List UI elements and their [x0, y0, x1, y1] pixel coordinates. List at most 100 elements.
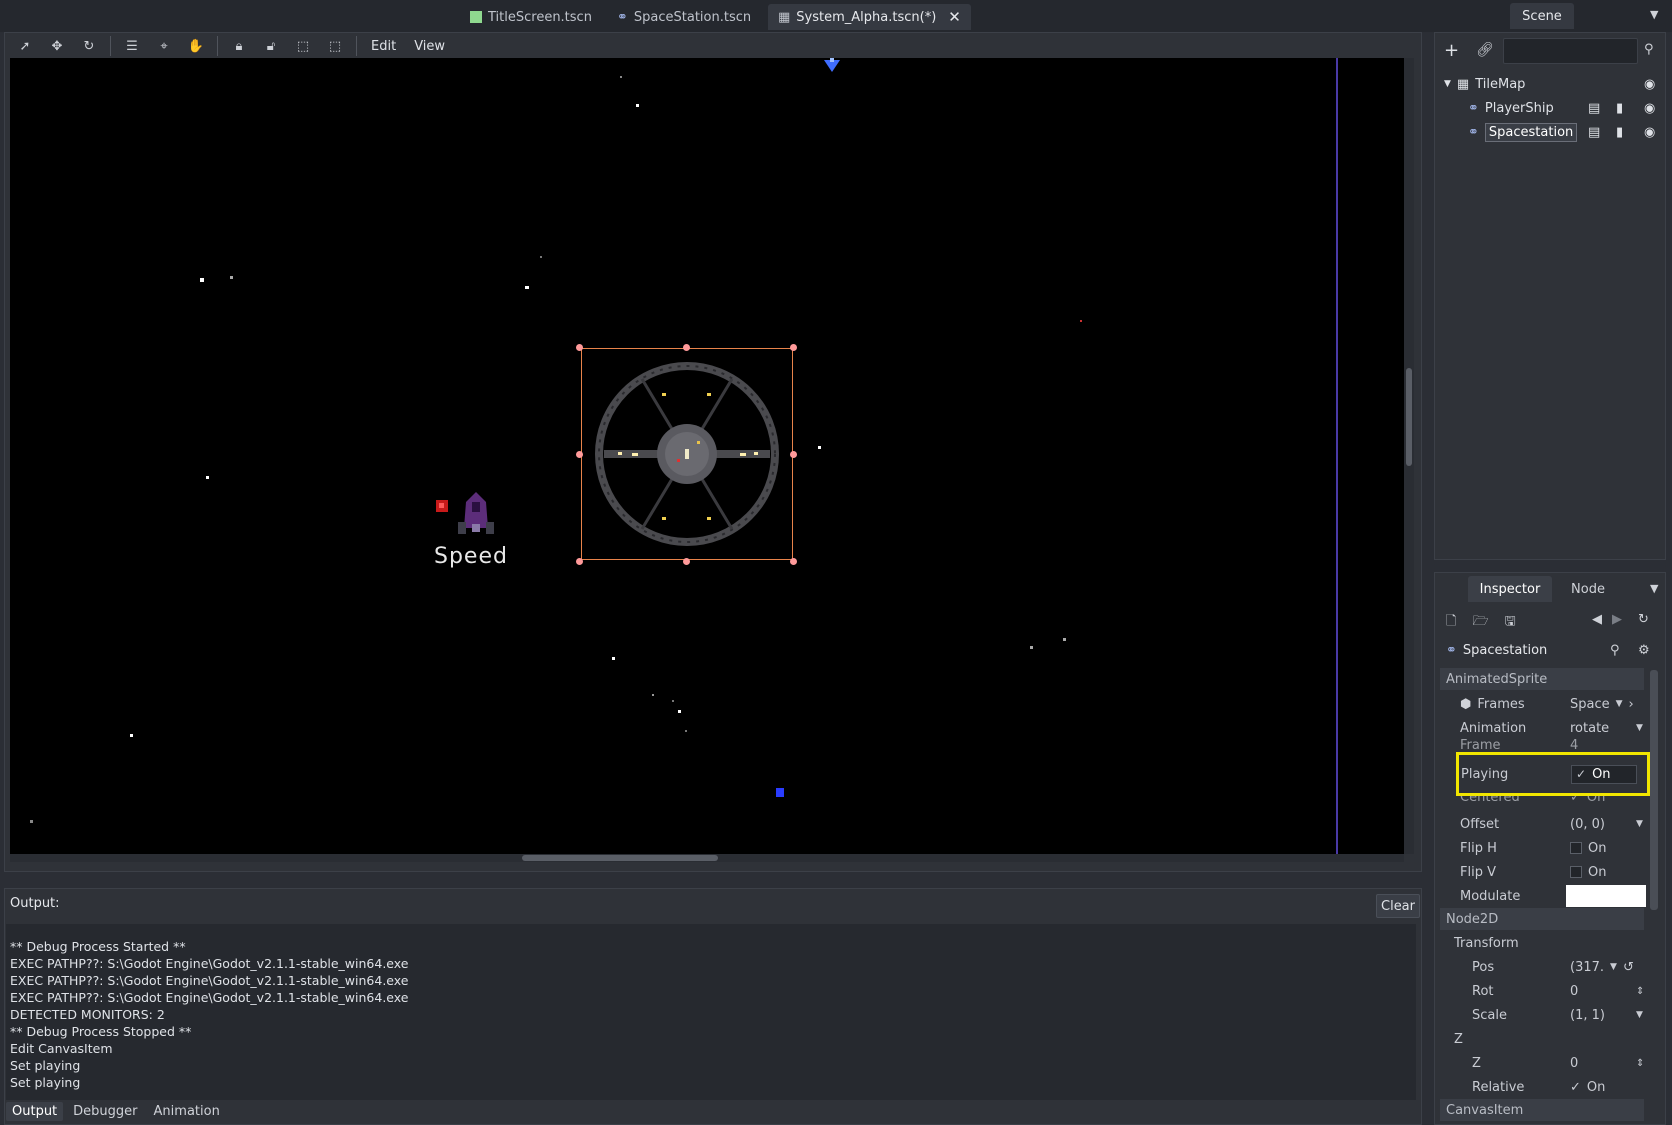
tab-spacestation[interactable]: ⚭ SpaceStation.tscn	[607, 4, 761, 30]
chevron-down-icon[interactable]: ▼	[1616, 699, 1623, 709]
blue-ship-sprite[interactable]	[824, 58, 840, 72]
visibility-eye-icon[interactable]: ◉	[1644, 77, 1655, 92]
prop-value[interactable]: On	[1570, 841, 1606, 856]
prop-z-group[interactable]: Z	[1440, 1027, 1644, 1051]
prop-offset[interactable]: Offset (0, 0) ▼	[1440, 812, 1644, 836]
selection-handle[interactable]	[683, 344, 690, 351]
section-canvas-item[interactable]: CanvasItem	[1440, 1099, 1644, 1121]
chevron-down-icon[interactable]: ▼	[1636, 819, 1643, 829]
prop-flip-h[interactable]: Flip H On	[1440, 836, 1644, 860]
checkbox[interactable]	[1570, 842, 1582, 854]
prop-value[interactable]: On	[1570, 865, 1606, 880]
scrollbar-thumb[interactable]	[522, 855, 718, 861]
horizontal-scrollbar[interactable]	[10, 854, 1404, 862]
selection-handle[interactable]	[576, 451, 583, 458]
prop-playing[interactable]: Playing ✓ On	[1456, 752, 1650, 796]
visibility-eye-icon[interactable]: ◉	[1644, 101, 1655, 116]
script-icon[interactable]: ▮	[1616, 125, 1623, 140]
prop-value[interactable]: (0, 0) ▼	[1570, 817, 1643, 832]
spacestation-selection[interactable]	[581, 348, 793, 560]
spinner-icon[interactable]: ⇕	[1636, 986, 1644, 997]
open-scene-icon[interactable]: ▤	[1588, 125, 1600, 140]
prop-animation[interactable]: Animation rotate ▼	[1440, 716, 1644, 740]
close-icon[interactable]: ✕	[948, 8, 961, 26]
tab-debugger[interactable]: Debugger	[67, 1102, 143, 1121]
dock-menu-icon[interactable]: ▼	[1650, 8, 1658, 21]
tree-item-tilemap[interactable]: ▼ ▦ TileMap ◉	[1444, 72, 1660, 96]
script-icon[interactable]: ▮	[1616, 101, 1623, 116]
edit-menu[interactable]: Edit	[365, 39, 402, 54]
selection-handle[interactable]	[790, 558, 797, 565]
scene-dock-tab[interactable]: Scene	[1510, 3, 1574, 29]
prop-value[interactable]: ✓ On	[1570, 796, 1605, 805]
group-icon[interactable]: ⬚	[290, 34, 316, 58]
search-icon[interactable]: ⚲	[1610, 643, 1620, 658]
checkbox[interactable]	[1570, 866, 1582, 878]
prop-relative[interactable]: Relative ✓ On	[1440, 1075, 1644, 1099]
tab-node[interactable]: Node	[1558, 576, 1618, 602]
chevron-down-icon[interactable]: ▼	[1636, 723, 1643, 733]
output-log[interactable]: ** Debug Process Started ** EXEC PATHP??…	[6, 924, 1416, 1100]
prop-value[interactable]: 0 ⇕	[1570, 984, 1644, 999]
ungroup-icon[interactable]: ⬚	[322, 34, 348, 58]
lock-icon[interactable]: 🔒︎	[226, 34, 252, 58]
search-icon[interactable]: ⚲	[1644, 42, 1654, 57]
tab-system-alpha[interactable]: ▦ System_Alpha.tscn(*) ✕	[768, 4, 971, 30]
pan-mode-icon[interactable]: ✋	[183, 34, 209, 58]
tree-item-spacestation[interactable]: ⚭ Spacestation ▤ ▮ ◉	[1468, 120, 1660, 144]
playing-checkbox[interactable]: ✓ On	[1571, 764, 1637, 784]
pivot-icon[interactable]: ⌖	[151, 34, 177, 58]
collapse-arrow-icon[interactable]: ▼	[1444, 79, 1451, 89]
add-node-icon[interactable]: +	[1444, 40, 1459, 61]
modulate-color-swatch[interactable]	[1566, 885, 1646, 907]
prop-pos[interactable]: Pos (317. ▼ ↺	[1440, 955, 1644, 979]
history-icon[interactable]: ↻	[1638, 612, 1649, 627]
prop-modulate[interactable]: Modulate	[1440, 884, 1646, 908]
tab-output[interactable]: Output	[6, 1102, 64, 1121]
spinner-icon[interactable]: ⇕	[1636, 1058, 1644, 1069]
selection-handle[interactable]	[790, 344, 797, 351]
selection-handle[interactable]	[790, 451, 797, 458]
tree-item-playership[interactable]: ⚭ PlayerShip ▤ ▮ ◉	[1468, 96, 1660, 120]
move-mode-icon[interactable]: ✥	[44, 34, 70, 58]
prop-flip-v[interactable]: Flip V On	[1440, 860, 1644, 884]
unlock-icon[interactable]: 🔓︎	[258, 34, 284, 58]
open-folder-icon[interactable]: 🗁︎	[1472, 612, 1488, 634]
prop-scale[interactable]: Scale (1, 1) ▼	[1440, 1003, 1644, 1027]
selection-handle[interactable]	[576, 344, 583, 351]
inspector-scrollbar[interactable]	[1650, 670, 1658, 910]
inspector-menu-icon[interactable]: ▼	[1650, 582, 1658, 595]
prop-value[interactable]: 0 ⇕	[1570, 1056, 1644, 1071]
tab-inspector[interactable]: Inspector	[1468, 576, 1552, 602]
scrollbar-thumb[interactable]	[1406, 368, 1412, 466]
prop-frame[interactable]: Frame 4	[1440, 739, 1644, 751]
chevron-down-icon[interactable]: ▼	[1636, 1010, 1643, 1020]
tab-animation[interactable]: Animation	[148, 1102, 226, 1121]
list-select-icon[interactable]: ☰	[119, 34, 145, 58]
prop-value[interactable]: ✓ On	[1570, 1080, 1605, 1095]
prop-centered[interactable]: Centered ✓ On	[1440, 796, 1644, 808]
chevron-down-icon[interactable]: ▼	[1610, 962, 1617, 972]
tab-titlescreen[interactable]: TitleScreen.tscn	[460, 4, 602, 30]
prop-value[interactable]: 4	[1570, 739, 1578, 751]
prop-frames[interactable]: ⬢ Frames Space ▼ ›	[1440, 692, 1644, 716]
save-icon[interactable]: 🖫︎	[1505, 612, 1516, 634]
scene-canvas[interactable]: Speed	[10, 58, 1404, 854]
scene-filter-input[interactable]	[1503, 38, 1638, 64]
new-resource-icon[interactable]: 🗋︎	[1446, 612, 1456, 634]
forward-arrow-icon[interactable]: ▶	[1612, 612, 1622, 627]
back-arrow-icon[interactable]: ◀	[1592, 612, 1602, 627]
prop-value[interactable]: (317. ▼ ↺	[1570, 960, 1634, 975]
player-ship-sprite[interactable]	[434, 488, 504, 538]
vertical-scrollbar[interactable]	[1404, 58, 1414, 854]
prop-value[interactable]: rotate ▼	[1570, 721, 1643, 736]
prop-transform[interactable]: Transform	[1440, 931, 1644, 955]
open-scene-icon[interactable]: ▤	[1588, 101, 1600, 116]
section-node2d[interactable]: Node2D	[1440, 908, 1644, 930]
view-menu[interactable]: View	[408, 39, 451, 54]
rotate-mode-icon[interactable]: ↻	[76, 34, 102, 58]
select-mode-icon[interactable]: ➚	[12, 34, 38, 58]
prop-z[interactable]: Z 0 ⇕	[1440, 1051, 1644, 1075]
prop-rot[interactable]: Rot 0 ⇕	[1440, 979, 1644, 1003]
section-animated-sprite[interactable]: AnimatedSprite	[1440, 668, 1644, 690]
